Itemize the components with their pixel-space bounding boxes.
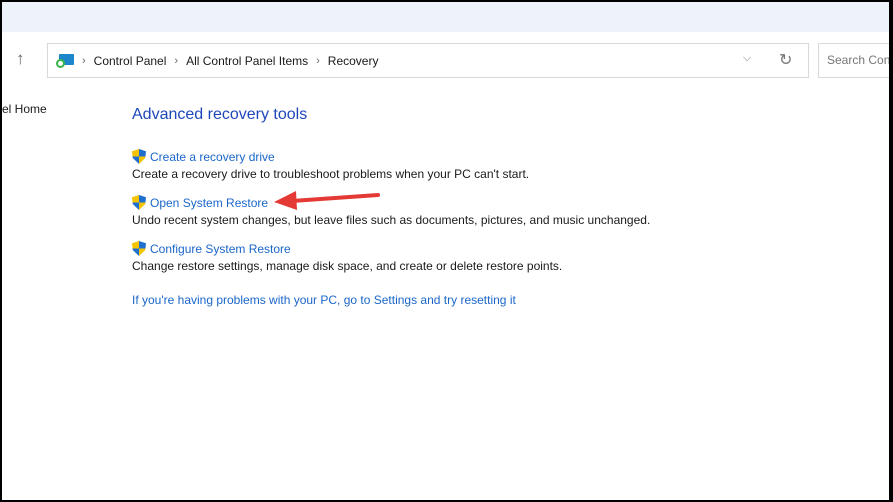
shield-icon [132,195,146,210]
address-bar[interactable]: › Control Panel › All Control Panel Item… [47,43,809,78]
recovery-icon [56,53,74,68]
search-input[interactable]: Search Control Panel [818,43,889,78]
page-title: Advanced recovery tools [132,106,308,123]
create-recovery-drive-link[interactable]: Create a recovery drive [132,149,529,164]
breadcrumb-recovery[interactable]: Recovery [328,54,379,68]
shield-icon [132,149,146,164]
sidebar-item-home[interactable]: el Home [2,102,47,116]
shield-icon [132,241,146,256]
control-panel-window: ↑ › Control Panel › All Control Panel It… [2,2,889,500]
item-description: Undo recent system changes, but leave fi… [132,213,651,227]
list-item: Create a recovery drive Create a recover… [132,149,529,181]
title-bar [2,2,889,32]
chevron-right-icon[interactable]: › [316,55,320,67]
open-system-restore-link[interactable]: Open System Restore [132,195,650,210]
breadcrumb-all-items[interactable]: All Control Panel Items [186,54,308,68]
list-item: Open System Restore Undo recent system c… [132,195,650,227]
breadcrumb-control-panel[interactable]: Control Panel [94,54,167,68]
chevron-right-icon[interactable]: › [174,55,178,67]
reset-settings-link[interactable]: If you're having problems with your PC, … [132,293,516,307]
item-description: Change restore settings, manage disk spa… [132,259,563,273]
list-item: Configure System Restore Change restore … [132,241,562,273]
red-arrow-annotation [274,191,380,210]
refresh-icon[interactable]: ↻ [779,50,792,70]
item-description: Create a recovery drive to troubleshoot … [132,167,530,181]
configure-system-restore-link[interactable]: Configure System Restore [132,241,562,256]
up-arrow-icon[interactable]: ↑ [16,49,25,69]
chevron-right-icon[interactable]: › [82,55,86,67]
chevron-down-icon[interactable]: ⌵ [743,52,751,65]
